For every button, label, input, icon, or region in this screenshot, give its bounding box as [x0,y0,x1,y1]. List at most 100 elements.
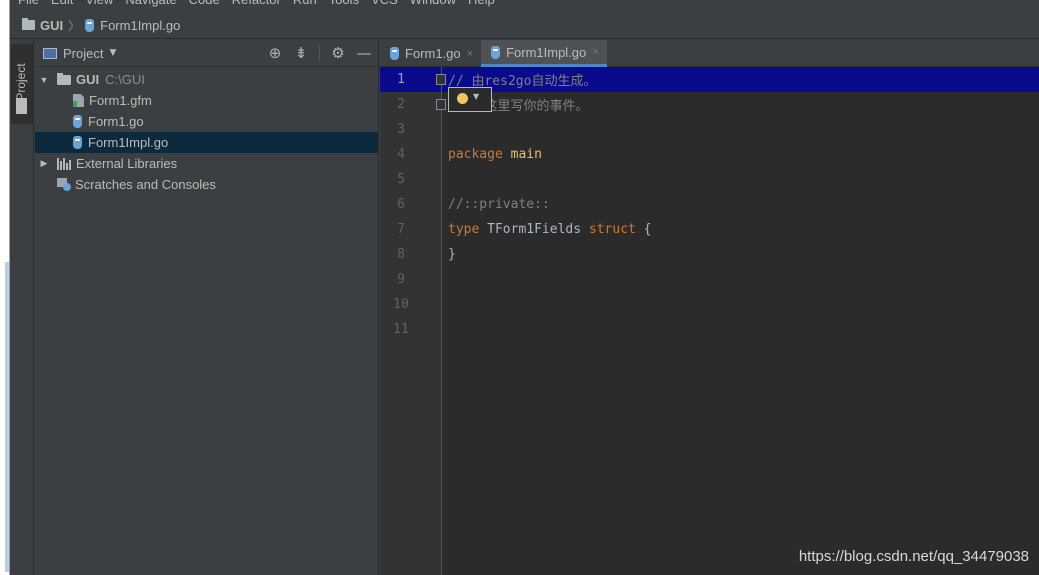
chevron-down-icon[interactable]: ▼ [109,48,116,58]
code-text: type TForm1Fields struct { [448,222,652,237]
expand-arrow-icon[interactable]: ▼ [39,75,49,85]
project-panel-header: Project ▼ ⊕ ⇟ ⚙ — [35,40,378,67]
library-icon [57,157,71,170]
line-number: 5 [397,172,405,187]
line-number: 1 [397,72,405,87]
line-number: 3 [397,122,405,137]
line-number: 10 [393,297,409,312]
code-token: package [448,147,503,162]
menu-item-help[interactable]: Help [468,0,495,7]
code-line: 6 //::private:: [380,192,1039,217]
line-number: 9 [397,272,405,287]
code-text: package main [448,147,542,162]
code-token: TForm1Fields [479,222,589,237]
menu-item-file[interactable]: File [18,0,39,7]
line-number: 6 [397,197,405,212]
watermark: https://blog.csdn.net/qq_34479038 [798,548,1029,565]
project-tree: ▼ GUI C:\GUI Form1.gfm Form1.go Form1Impl.go ▶… [35,67,378,195]
menu-item-run[interactable]: Run [293,0,317,7]
line-number: 8 [397,247,405,262]
line-number: 7 [397,222,405,237]
gfm-file-icon [73,94,84,107]
project-panel: Project ▼ ⊕ ⇟ ⚙ — ▼ GUI C:\GUI Form1.gfm For… [35,40,379,575]
project-view-icon [43,47,57,59]
folder-icon [22,18,35,30]
code-token: } [448,247,456,262]
tree-item[interactable]: Form1.gfm [35,90,378,111]
tree-item-path: C:\GUI [105,72,145,87]
code-line: 8} [380,242,1039,267]
lightbulb-icon [457,93,468,104]
menu-item-window[interactable]: Window [410,0,456,7]
breadcrumb-file[interactable]: Form1Impl.go [100,18,180,33]
project-view-selector[interactable]: Project [63,46,103,61]
code-line: 10 [380,292,1039,317]
code-token: main [502,147,542,162]
line-number: 4 [397,147,405,162]
menu-item-edit[interactable]: Edit [51,0,73,7]
intention-actions-button[interactable]: ▼ [448,87,492,112]
code-text: } [448,247,456,262]
go-file-icon [73,115,82,128]
editor-tab[interactable]: Form1.go × [380,40,481,67]
menu-bar: File Edit View Navigate Code Refactor Run Tools… [10,0,1039,12]
close-icon[interactable]: × [592,46,598,58]
tree-item[interactable]: Scratches and Consoles [35,174,378,195]
navigation-bar: GUI 〉 Form1Impl.go [10,12,1039,39]
fold-icon[interactable] [436,99,446,110]
tree-item[interactable]: ▼ GUI C:\GUI [35,69,378,90]
code-token: //::private:: [448,197,550,212]
code-token: { [635,222,652,237]
line-number: 11 [393,322,409,337]
fold-icon[interactable] [436,74,446,85]
edge-marker [5,262,9,572]
code-text: //::private:: [448,197,550,212]
go-file-icon [73,136,82,149]
menu-item-view[interactable]: View [85,0,113,7]
left-tool-stripe: 1: Project [10,40,34,575]
go-file-icon [85,18,95,32]
menu-item-refactor[interactable]: Refactor [232,0,281,7]
window-edge [0,0,10,575]
toolbar-divider [319,45,320,61]
gear-icon[interactable]: ⚙ [330,44,346,62]
editor-tab-bar: Form1.go × Form1Impl.go × [380,40,1039,67]
tree-item[interactable]: Form1.go [35,111,378,132]
scratch-icon [57,178,71,191]
breadcrumb-project[interactable]: GUI [40,18,63,33]
tree-item-label: Form1Impl.go [88,135,169,150]
folder-icon [16,105,27,114]
tree-item[interactable]: Form1Impl.go [35,132,378,153]
code-line: 3 [380,117,1039,142]
code-line: 9 [380,267,1039,292]
code-token: struct [588,222,636,237]
menu-item-code[interactable]: Code [189,0,220,7]
chevron-down-icon: ▼ [473,92,480,101]
code-line: 5 [380,167,1039,192]
line-number: 2 [397,97,405,112]
project-panel-tools: ⊕ ⇟ ⚙ — [267,44,372,62]
code-editor[interactable]: 1// 由res2go自动生成。 2// 在这里写你的事件。 3 4 package m… [380,67,1039,575]
menu-item-tools[interactable]: Tools [329,0,359,7]
tree-item-label: GUI [76,72,100,87]
go-file-icon [491,45,501,59]
code-token: type [448,222,480,237]
tree-item-label: Scratches and Consoles [75,177,216,192]
crosshair-icon[interactable]: ⊕ [267,44,283,62]
code-line: 4 package main [380,142,1039,167]
collapse-icon[interactable]: ⇟ [293,44,309,62]
tree-item-label: Form1.go [88,114,144,129]
close-icon[interactable]: × [467,48,473,60]
tree-item-label: Form1.gfm [89,93,152,108]
menu-item-navigate[interactable]: Navigate [125,0,176,7]
tree-item-label: External Libraries [76,156,178,171]
code-line: 7 type TForm1Fields struct { [380,217,1039,242]
folder-icon [57,72,71,85]
editor-tab-label: Form1Impl.go [506,44,587,60]
collapse-arrow-icon[interactable]: ▶ [39,158,49,169]
minimize-icon[interactable]: — [356,44,372,62]
menu-item-vcs[interactable]: VCS [371,0,398,7]
editor-tab[interactable]: Form1Impl.go × [481,40,607,67]
tree-item[interactable]: ▶ External Libraries [35,153,378,174]
editor-tab-label: Form1.go [405,46,461,61]
